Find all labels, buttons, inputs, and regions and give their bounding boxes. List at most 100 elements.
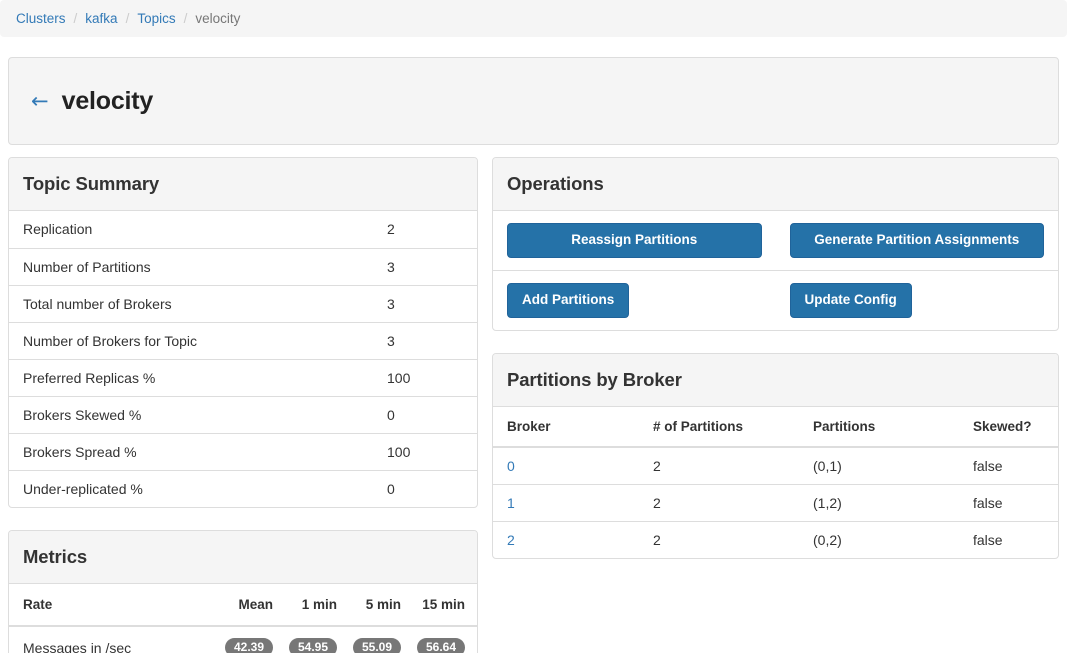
summary-key: Number of Partitions xyxy=(23,258,151,275)
partitions-by-broker-panel: Partitions by Broker Broker # of Partiti… xyxy=(492,352,1059,560)
table-row: Number of Partitions 3 xyxy=(9,248,477,285)
metrics-column-1min: 1 min xyxy=(285,584,349,627)
metrics-title: Metrics xyxy=(23,546,88,567)
metric-name: Messages in /sec xyxy=(23,639,132,653)
broker-link[interactable]: 1 xyxy=(507,495,515,511)
breadcrumb-item-kafka[interactable]: kafka xyxy=(85,11,117,26)
breadcrumb-item-clusters[interactable]: Clusters xyxy=(16,11,66,26)
metric-5min-cell: 55.09 xyxy=(349,626,413,653)
operations-cell: Update Config xyxy=(776,270,1059,329)
summary-key: Replication xyxy=(23,221,93,238)
right-column: Operations Reassign Partitions Generate … xyxy=(486,157,1067,581)
table-row: 2 2 (0,2) false xyxy=(493,521,1058,558)
metrics-heading: Metrics xyxy=(9,531,477,584)
metrics-column-mean: Mean xyxy=(221,584,285,627)
table-row: Add Partitions Update Config xyxy=(493,270,1058,329)
operations-panel: Operations Reassign Partitions Generate … xyxy=(492,157,1059,331)
partitions-by-broker-title: Partitions by Broker xyxy=(507,368,682,390)
summary-value: 3 xyxy=(387,332,395,349)
summary-key: Total number of Brokers xyxy=(23,295,172,312)
breadcrumb-separator: / xyxy=(73,11,78,26)
summary-value: 0 xyxy=(387,480,395,497)
skewed-cell: false xyxy=(973,531,1003,548)
metric-1min-cell: 54.95 xyxy=(285,626,349,653)
topic-summary-heading: Topic Summary xyxy=(9,158,477,211)
partitions-by-broker-heading: Partitions by Broker xyxy=(493,353,1058,407)
operations-table: Reassign Partitions Generate Partition A… xyxy=(493,211,1058,330)
left-column: Topic Summary Replication 2 Number of Pa… xyxy=(0,157,486,653)
partitions-cell: (0,2) xyxy=(813,531,842,548)
breadcrumb-item-topics[interactable]: Topics xyxy=(137,11,175,26)
summary-key: Number of Brokers for Topic xyxy=(23,332,198,349)
table-row: Number of Brokers for Topic 3 xyxy=(9,322,477,359)
partition-count-cell: 2 xyxy=(653,494,661,511)
summary-value: 3 xyxy=(387,258,395,275)
table-header-row: Rate Mean 1 min 5 min 15 min xyxy=(9,584,477,627)
summary-key: Brokers Spread % xyxy=(23,443,137,460)
status-badge: 54.95 xyxy=(288,637,337,653)
partition-count-cell: 2 xyxy=(653,531,661,548)
table-row: 0 2 (0,1) false xyxy=(493,447,1058,485)
topic-summary-table: Replication 2 Number of Partitions 3 Tot… xyxy=(9,211,477,507)
breadcrumb-item-current: velocity xyxy=(195,11,241,26)
topic-summary-panel: Topic Summary Replication 2 Number of Pa… xyxy=(8,157,478,508)
column-number-of-partitions: # of Partitions xyxy=(653,406,813,448)
status-badge: 55.09 xyxy=(352,637,401,653)
table-row: Total number of Brokers 3 xyxy=(9,285,477,322)
column-partitions: Partitions xyxy=(813,406,973,448)
page-header-panel: ← velocity xyxy=(8,57,1059,145)
metrics-table: Rate Mean 1 min 5 min 15 min Messages in… xyxy=(9,584,477,653)
summary-value: 2 xyxy=(387,221,395,238)
topic-summary-title: Topic Summary xyxy=(23,173,160,194)
table-row: 1 2 (1,2) false xyxy=(493,484,1058,521)
table-header-row: Broker # of Partitions Partitions Skewed… xyxy=(493,406,1058,448)
table-row: Replication 2 xyxy=(9,211,477,248)
column-broker: Broker xyxy=(493,406,653,448)
table-row: Under-replicated % 0 xyxy=(9,470,477,507)
operations-cell: Add Partitions xyxy=(493,270,776,329)
column-skewed: Skewed? xyxy=(973,406,1058,448)
broker-link[interactable]: 2 xyxy=(507,532,515,548)
table-row: Reassign Partitions Generate Partition A… xyxy=(493,211,1058,270)
partitions-cell: (0,1) xyxy=(813,457,842,474)
add-partitions-button[interactable]: Add Partitions xyxy=(507,282,630,318)
update-config-button[interactable]: Update Config xyxy=(789,282,912,318)
breadcrumb: Clusters / kafka / Topics / velocity xyxy=(0,0,1067,37)
table-row: Brokers Skewed % 0 xyxy=(9,396,477,433)
partitions-by-broker-table: Broker # of Partitions Partitions Skewed… xyxy=(493,406,1058,559)
summary-value: 0 xyxy=(387,406,395,423)
broker-link[interactable]: 0 xyxy=(507,458,515,474)
table-row: Messages in /sec 42.39 54.95 55.09 56.64 xyxy=(9,626,477,653)
operations-cell: Generate Partition Assignments xyxy=(776,211,1059,270)
metric-mean-cell: 42.39 xyxy=(221,626,285,653)
reassign-partitions-button[interactable]: Reassign Partitions xyxy=(507,223,762,258)
metrics-panel: Metrics Rate Mean 1 min 5 min 15 min Mes… xyxy=(8,530,478,653)
summary-key: Preferred Replicas % xyxy=(23,369,156,386)
summary-value: 100 xyxy=(387,369,411,386)
metric-15min-cell: 56.64 xyxy=(413,626,477,653)
summary-value: 3 xyxy=(387,295,395,312)
status-badge: 42.39 xyxy=(224,637,273,653)
summary-value: 100 xyxy=(387,443,411,460)
generate-partition-assignments-button[interactable]: Generate Partition Assignments xyxy=(789,223,1044,258)
page-title: velocity xyxy=(61,86,154,115)
table-row: Brokers Spread % 100 xyxy=(9,433,477,470)
broker-cell: 0 xyxy=(493,447,653,485)
metrics-column-5min: 5 min xyxy=(349,584,413,627)
partition-count-cell: 2 xyxy=(653,457,661,474)
broker-cell: 1 xyxy=(493,484,653,521)
summary-key: Brokers Skewed % xyxy=(23,406,142,423)
summary-key: Under-replicated % xyxy=(23,480,143,497)
skewed-cell: false xyxy=(973,457,1003,474)
partitions-cell: (1,2) xyxy=(813,494,842,511)
breadcrumb-separator: / xyxy=(125,11,130,26)
back-arrow-icon[interactable]: ← xyxy=(31,90,49,112)
skewed-cell: false xyxy=(973,494,1003,511)
metrics-column-rate: Rate xyxy=(9,584,221,627)
operations-title: Operations xyxy=(507,173,604,194)
broker-cell: 2 xyxy=(493,521,653,558)
status-badge: 56.64 xyxy=(416,637,465,653)
operations-cell: Reassign Partitions xyxy=(493,211,776,270)
operations-heading: Operations xyxy=(493,158,1058,211)
breadcrumb-separator: / xyxy=(183,11,188,26)
